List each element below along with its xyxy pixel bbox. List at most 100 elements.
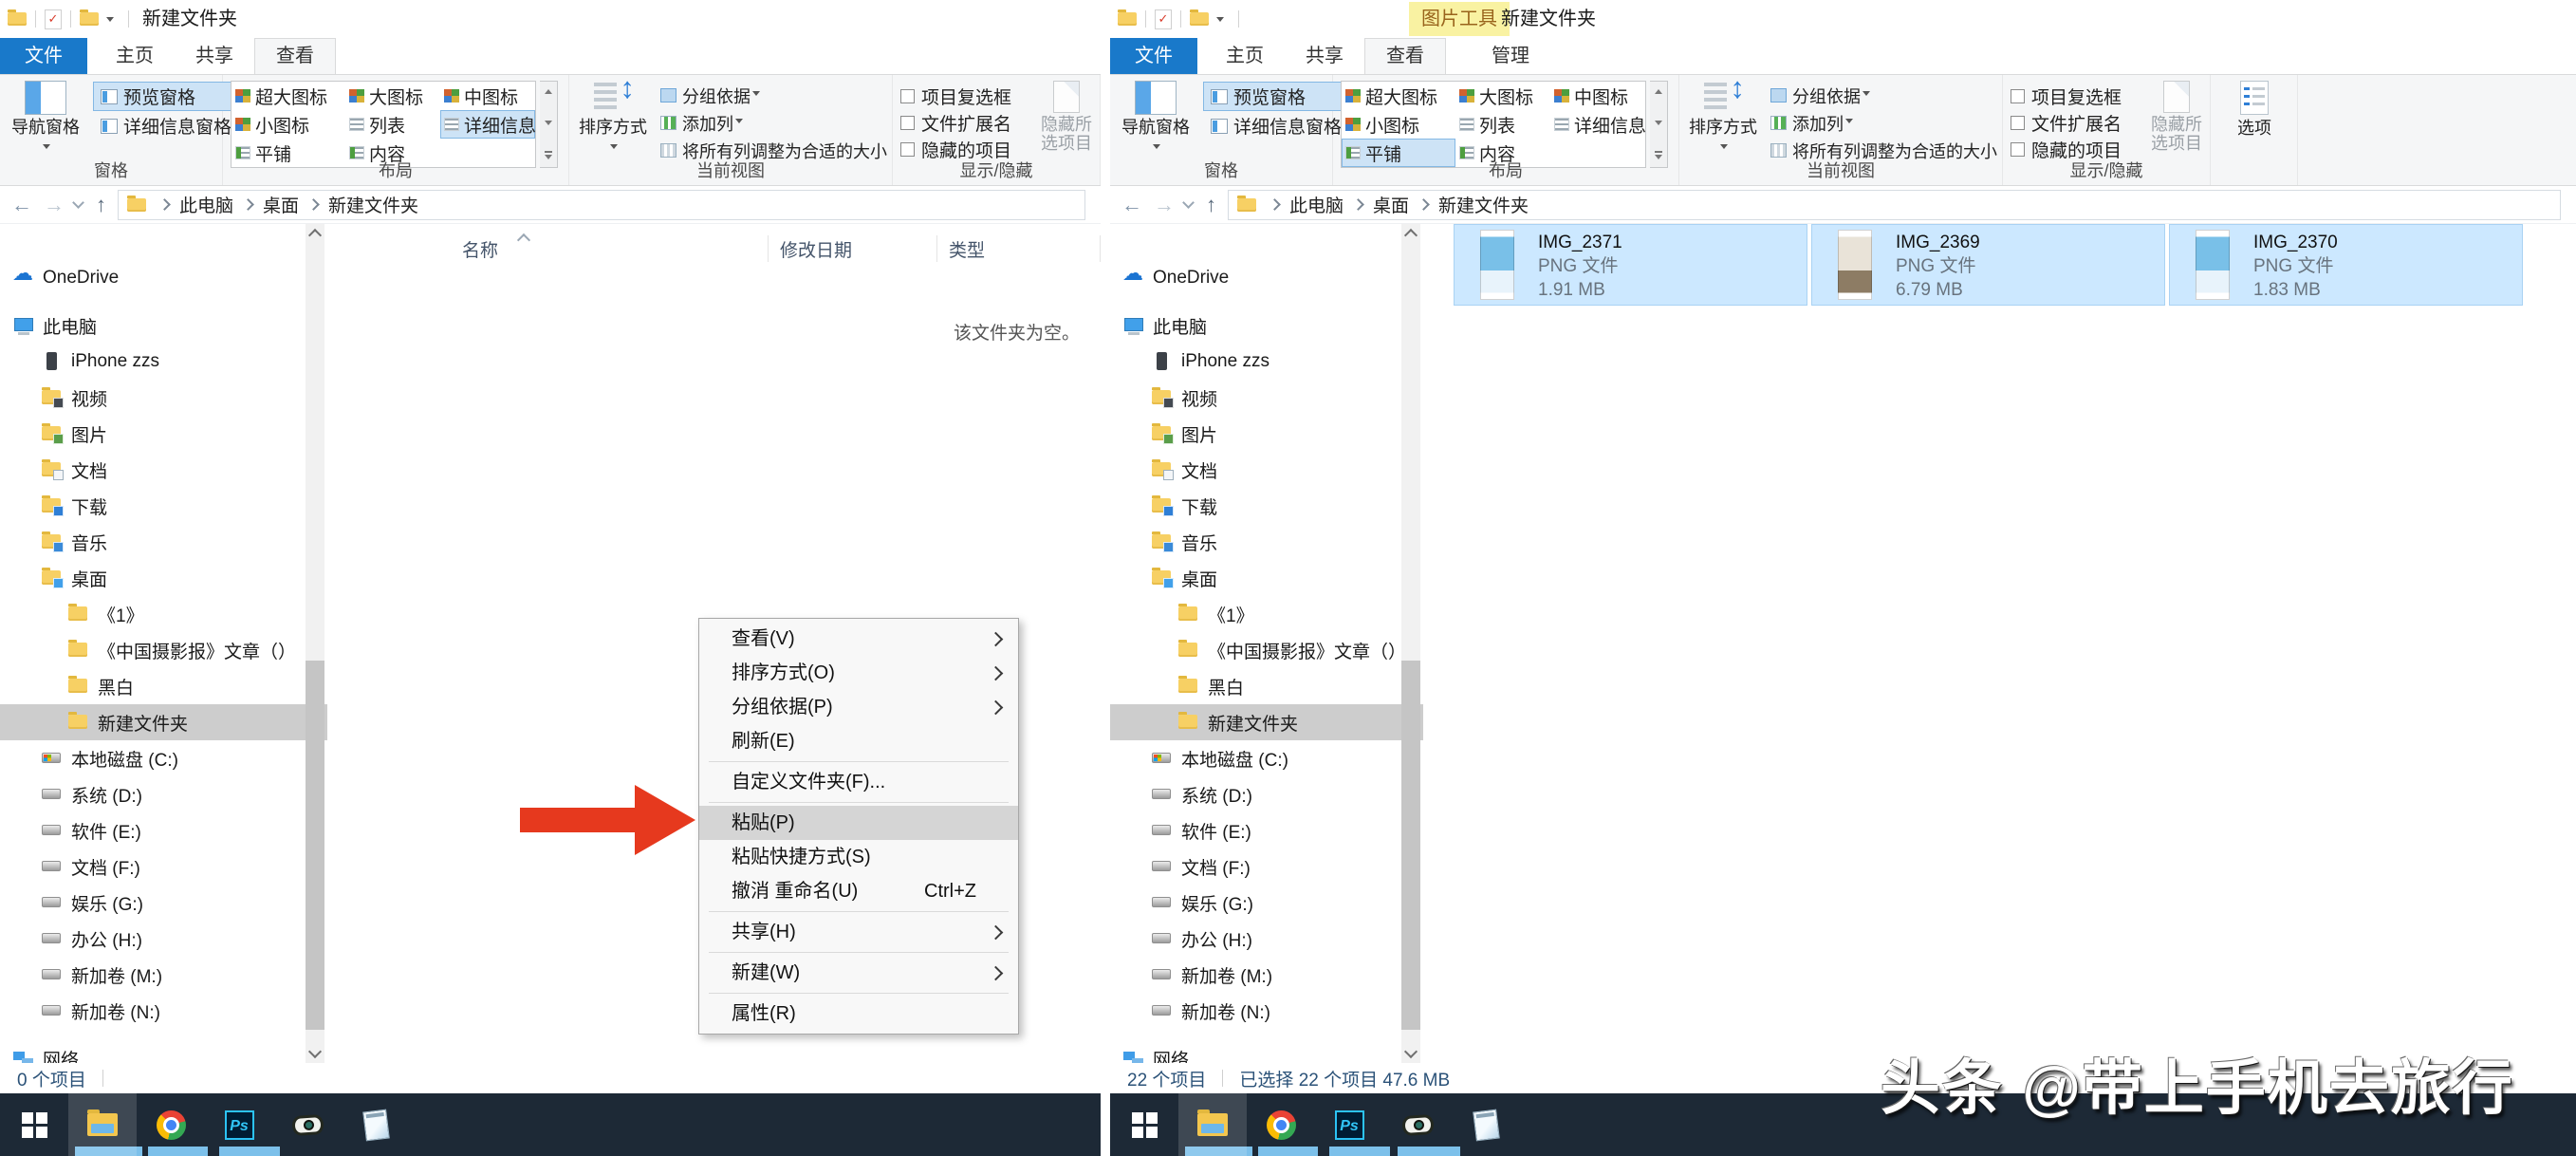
forward-button[interactable]: → — [1154, 193, 1175, 217]
menu-item[interactable]: 刷新(E) — [699, 724, 1018, 758]
menu-item[interactable]: 粘贴(P) — [699, 806, 1018, 840]
layout-option[interactable]: 中图标 — [1550, 82, 1645, 110]
sidebar-item[interactable]: 系统 (D:) — [1110, 776, 1423, 812]
sidebar-item[interactable]: 本地磁盘 (C:) — [1110, 740, 1423, 776]
sidebar-item[interactable]: iPhone zzs — [0, 344, 327, 380]
menu-item[interactable]: 排序方式(O) — [699, 656, 1018, 690]
taskbar-chrome-icon[interactable] — [1247, 1093, 1315, 1156]
layout-option[interactable]: 小图标 — [1342, 110, 1455, 139]
add-columns-button[interactable]: 添加列 — [1770, 109, 1997, 137]
sidebar-item[interactable]: 黑白 — [0, 668, 327, 704]
column-header[interactable]: 类型 — [937, 235, 1101, 262]
file-tile[interactable]: IMG_2369PNG 文件6.79 MB — [1811, 224, 2165, 306]
new-folder-icon[interactable] — [1190, 12, 1209, 26]
checkbox-row[interactable]: 项目复选框 — [900, 83, 1011, 109]
layout-option[interactable]: 详细信息 — [1550, 110, 1645, 139]
scrollbar-thumb[interactable] — [306, 661, 324, 1030]
sidebar-item[interactable]: 《1》 — [0, 596, 327, 632]
layout-option[interactable]: 详细信息 — [440, 110, 535, 139]
sidebar-item[interactable]: 新加卷 (N:) — [0, 993, 327, 1029]
sort-by-button[interactable]: 排序方式 — [571, 79, 655, 158]
breadcrumb-item[interactable]: 新建文件夹 — [328, 192, 418, 217]
sidebar-item[interactable]: 新建文件夹 — [1110, 704, 1423, 740]
group-by-button[interactable]: 分组依据 — [1770, 82, 1997, 109]
scroll-down-icon[interactable] — [308, 1045, 322, 1058]
recent-locations-icon[interactable] — [72, 196, 84, 209]
taskbar-acdsee-icon[interactable] — [273, 1093, 342, 1156]
menu-item[interactable]: 自定义文件夹(F)... — [699, 765, 1018, 799]
address-box[interactable]: 此电脑桌面新建文件夹 — [1228, 190, 2561, 220]
properties-check-icon[interactable]: ✓ — [1155, 9, 1172, 29]
properties-check-icon[interactable]: ✓ — [45, 9, 62, 29]
layout-option[interactable]: 中图标 — [440, 82, 535, 110]
sidebar-item[interactable]: 视频 — [1110, 380, 1423, 416]
file-tile[interactable]: IMG_2371PNG 文件1.91 MB — [1454, 224, 1807, 306]
sidebar-item[interactable]: 网络 — [0, 1040, 327, 1063]
breadcrumb-item[interactable]: 此电脑 — [1289, 192, 1344, 217]
breadcrumb-item[interactable]: 桌面 — [263, 192, 299, 217]
tab-item[interactable]: 共享 — [1285, 38, 1364, 74]
layout-option[interactable]: 列表 — [345, 110, 440, 139]
layout-option[interactable]: 小图标 — [232, 110, 345, 139]
checkbox-icon[interactable] — [2011, 142, 2025, 157]
sidebar-item[interactable]: 桌面 — [1110, 560, 1423, 596]
column-header[interactable]: 修改日期 — [769, 235, 937, 262]
checkbox-icon[interactable] — [2011, 116, 2025, 130]
scroll-up-icon[interactable] — [308, 229, 322, 242]
sidebar-item[interactable]: 娱乐 (G:) — [0, 885, 327, 921]
new-folder-icon[interactable] — [80, 12, 99, 26]
sidebar-item[interactable]: 音乐 — [0, 524, 327, 560]
sidebar-item[interactable]: 网络 — [1110, 1040, 1423, 1063]
navigation-pane-button[interactable]: 导航窗格 — [1114, 79, 1197, 158]
menu-item[interactable]: 新建(W) — [699, 956, 1018, 990]
sidebar-scrollbar[interactable] — [306, 224, 324, 1063]
sidebar-item[interactable]: 软件 (E:) — [1110, 812, 1423, 848]
checkbox-row[interactable]: 文件扩展名 — [900, 109, 1011, 136]
details-pane-toggle[interactable]: 详细信息窗格 — [93, 111, 239, 140]
sidebar-item[interactable]: 《中国摄影报》文章（） — [1110, 632, 1423, 668]
tab-item[interactable]: 主页 — [1205, 38, 1285, 74]
scroll-down-icon[interactable] — [1404, 1045, 1418, 1058]
sidebar-item[interactable]: 软件 (E:) — [0, 812, 327, 848]
layout-option[interactable]: 列表 — [1455, 110, 1550, 139]
recent-locations-icon[interactable] — [1182, 196, 1195, 209]
sidebar-item[interactable]: 办公 (H:) — [1110, 921, 1423, 957]
sidebar-scrollbar[interactable] — [1401, 224, 1420, 1063]
gallery-scrollbar[interactable] — [1650, 81, 1668, 168]
layout-option[interactable]: 超大图标 — [232, 82, 345, 110]
sidebar-item[interactable]: 新加卷 (M:) — [1110, 957, 1423, 993]
tab-file[interactable]: 文件 — [0, 38, 87, 74]
checkbox-icon[interactable] — [900, 89, 915, 103]
taskbar-file-explorer-icon[interactable] — [68, 1093, 137, 1156]
layout-option[interactable]: 超大图标 — [1342, 82, 1455, 110]
layout-option[interactable]: 大图标 — [345, 82, 440, 110]
sidebar-item[interactable]: 《1》 — [1110, 596, 1423, 632]
breadcrumb-item[interactable]: 新建文件夹 — [1438, 192, 1529, 217]
address-box[interactable]: 此电脑 桌面 新建文件夹 — [118, 190, 1085, 220]
back-button[interactable]: ← — [1121, 193, 1142, 217]
tab-file[interactable]: 文件 — [1110, 38, 1197, 74]
checkbox-icon[interactable] — [2011, 89, 2025, 103]
up-button[interactable]: ↑ — [1206, 193, 1216, 217]
details-pane-toggle[interactable]: 详细信息窗格 — [1203, 111, 1349, 140]
tab-item[interactable]: 管理 — [1471, 38, 1550, 74]
picture-tools-tab[interactable]: 图片工具 — [1409, 2, 1510, 36]
checkbox-row[interactable]: 文件扩展名 — [2011, 109, 2122, 136]
menu-item[interactable]: 粘贴快捷方式(S) — [699, 840, 1018, 874]
sidebar-item[interactable]: 图片 — [0, 416, 327, 452]
column-header[interactable]: 名称 — [346, 235, 769, 262]
sidebar-item[interactable]: OneDrive — [1110, 260, 1423, 296]
add-columns-button[interactable]: 添加列 — [660, 109, 887, 137]
taskbar-photoshop-icon[interactable]: Ps — [205, 1093, 273, 1156]
scrollbar-thumb[interactable] — [1401, 661, 1420, 1030]
breadcrumb-item[interactable]: 此电脑 — [179, 192, 233, 217]
options-button[interactable]: 选项 — [2213, 79, 2296, 139]
sidebar-item[interactable]: 黑白 — [1110, 668, 1423, 704]
sidebar-item[interactable]: 下载 — [1110, 488, 1423, 524]
hide-selected-items-button[interactable]: 隐藏所选项目 — [1035, 81, 1098, 153]
layout-option[interactable]: 大图标 — [1455, 82, 1550, 110]
sidebar-item[interactable]: OneDrive — [0, 260, 327, 296]
sort-by-button[interactable]: 排序方式 — [1681, 79, 1765, 158]
tab-item[interactable]: 查看 — [254, 38, 336, 74]
back-button[interactable]: ← — [11, 193, 32, 217]
